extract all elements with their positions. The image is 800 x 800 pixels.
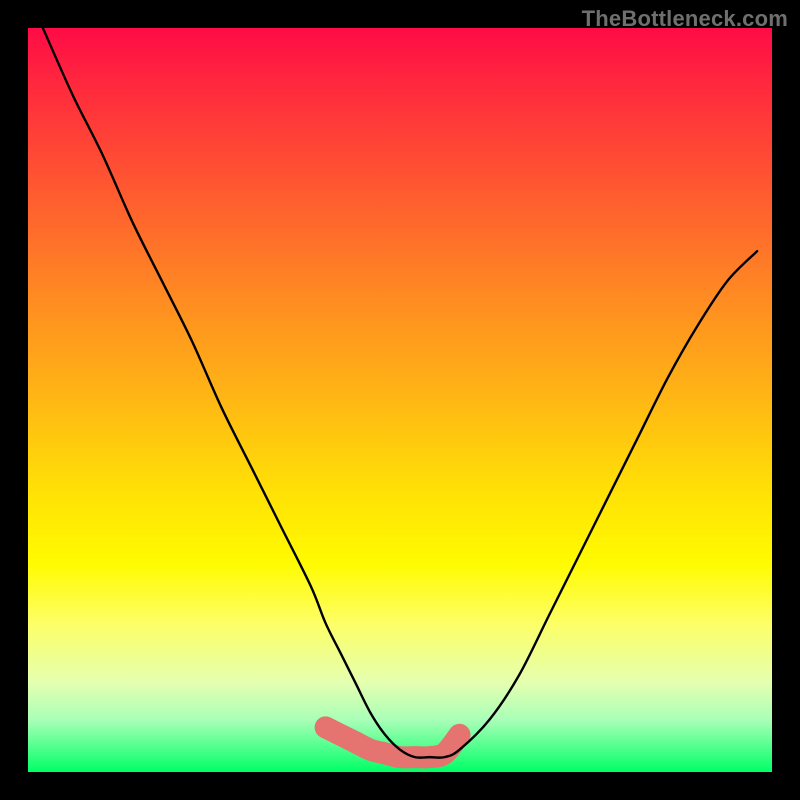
chart-frame: TheBottleneck.com: [0, 0, 800, 800]
bottleneck-curve-path: [43, 28, 757, 758]
watermark-text: TheBottleneck.com: [582, 6, 788, 32]
chart-svg: [28, 28, 772, 772]
plot-area: [28, 28, 772, 772]
